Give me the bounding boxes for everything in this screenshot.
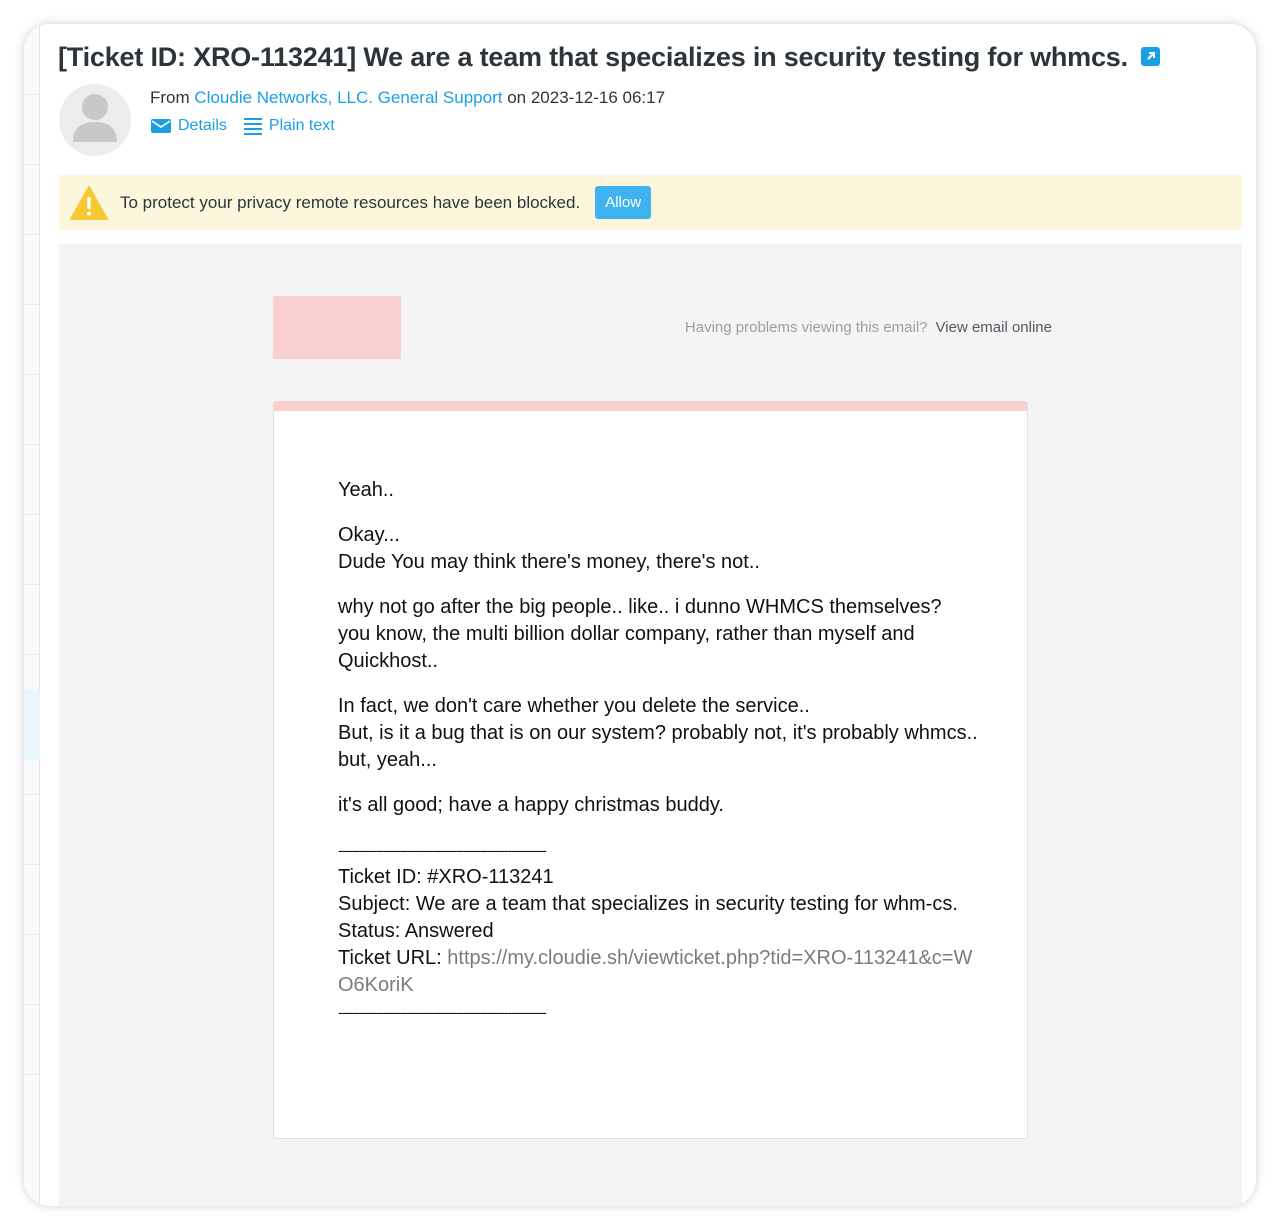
mail-window: [Ticket ID: XRO-113241] We are a team th… — [24, 24, 1256, 1206]
header-actions: Details Plain text — [150, 117, 335, 135]
view-online-link[interactable]: View email online — [936, 319, 1052, 336]
line: But, is it a bug that is on our system? … — [338, 722, 978, 744]
sender-link[interactable]: Cloudie Networks, LLC. General Support — [194, 88, 502, 107]
paragraph: Yeah.. — [338, 479, 394, 501]
external-link-icon[interactable] — [1141, 47, 1161, 67]
ticket-summary: ----------------------------------------… — [338, 837, 978, 1026]
envelope-icon — [151, 119, 171, 133]
list-icon — [243, 118, 262, 135]
plain-text-button[interactable]: Plain text — [243, 117, 335, 135]
email-body-frame: Having problems viewing this email? View … — [59, 244, 1242, 1206]
paragraph: why not go after the big people.. like..… — [338, 596, 942, 672]
date-prefix: on — [507, 88, 527, 107]
view-online-bar: Having problems viewing this email? View … — [685, 319, 1052, 336]
ticket-id: Ticket ID: #XRO-113241 — [338, 866, 554, 888]
avatar — [59, 84, 131, 156]
warning-icon — [70, 185, 108, 220]
avatar-icon — [73, 94, 117, 142]
email-subject: [Ticket ID: XRO-113241] We are a team th… — [58, 42, 1161, 73]
ticket-subject: Subject: We are a team that specializes … — [338, 893, 958, 915]
notice-message: To protect your privacy remote resources… — [120, 192, 581, 212]
message-content: Yeah.. Okay... Dude You may think there'… — [338, 477, 978, 1026]
divider-top: ----------------------------------------… — [338, 842, 547, 858]
remote-content-notice: To protect your privacy remote resources… — [59, 175, 1242, 230]
ticket-url-line: Ticket URL: https://my.cloudie.sh/viewti… — [338, 945, 978, 999]
paragraph: it's all good; have a happy christmas bu… — [338, 794, 724, 816]
line: In fact, we don't care whether you delet… — [338, 695, 810, 717]
selected-message-row[interactable] — [24, 690, 40, 760]
message-card: Yeah.. Okay... Dude You may think there'… — [273, 401, 1028, 1139]
details-button[interactable]: Details — [150, 117, 227, 135]
line: Dude You may think there's money, there'… — [338, 551, 760, 573]
ticket-status: Status: Answered — [338, 920, 494, 942]
paragraph: In fact, we don't care whether you delet… — [338, 693, 978, 774]
line: but, yeah... — [338, 749, 437, 771]
sender-line: From Cloudie Networks, LLC. General Supp… — [150, 88, 665, 108]
message-list-edge[interactable] — [24, 24, 40, 1206]
line: Okay... — [338, 524, 400, 546]
paragraph: Okay... Dude You may think there's money… — [338, 522, 978, 576]
from-label: From — [150, 88, 190, 107]
divider-bottom: ----------------------------------------… — [338, 1004, 547, 1020]
company-logo — [273, 296, 401, 359]
view-problem-text: Having problems viewing this email? — [684, 319, 928, 336]
ticket-url-label: Ticket URL: — [338, 947, 442, 969]
allow-button[interactable]: Allow — [595, 186, 652, 219]
subject-text: [Ticket ID: XRO-113241] We are a team th… — [58, 42, 1128, 72]
details-label: Details — [178, 117, 227, 134]
plain-text-label: Plain text — [268, 117, 335, 134]
email-date: 2023-12-16 06:17 — [530, 88, 666, 107]
